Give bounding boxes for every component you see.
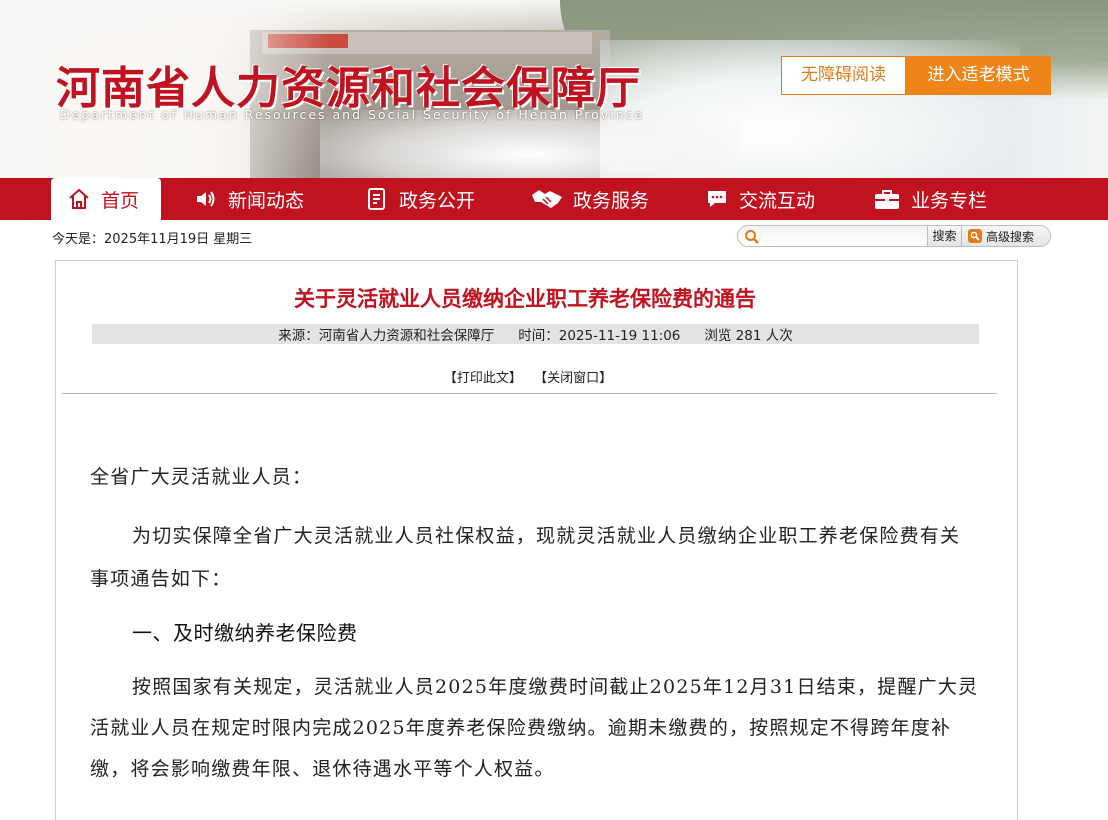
search-box — [737, 225, 928, 247]
nav-label-gov-open: 政务公开 — [399, 189, 476, 212]
article-time: 时间：2025-11-19 11:06 — [518, 328, 681, 344]
nav-label-interaction: 交流互动 — [739, 189, 816, 212]
article-title: 关于灵活就业人员缴纳企业职工养老保险费的通告 — [294, 287, 756, 311]
article-source: 来源：河南省人力资源和社会保障厅 — [278, 328, 495, 344]
nav-label-gov-service: 政务服务 — [573, 189, 650, 212]
close-window-link[interactable]: 【关闭窗口】 — [534, 371, 612, 386]
accessible-reading-button[interactable]: 无障碍阅读 — [781, 56, 906, 95]
article-divider — [62, 393, 997, 394]
document-icon — [365, 187, 389, 211]
handshake-icon — [531, 187, 563, 211]
elder-mode-button[interactable]: 进入适老模式 — [906, 56, 1051, 95]
article-views: 浏览 281 人次 — [704, 328, 793, 344]
search-icon — [744, 229, 760, 249]
article-paragraph-1: 为切实保障全省广大灵活就业人员社保权益，现就灵活就业人员缴纳企业职工养老保险费有… — [90, 525, 961, 590]
nav-label-business: 业务专栏 — [911, 189, 988, 212]
nav-label-home: 首页 — [101, 189, 140, 212]
nav-item-home[interactable]: 首页 — [51, 178, 161, 220]
current-date: 今天是：2025年11月19日 星期三 — [52, 232, 253, 247]
site-subtitle: Department of Human Resources and Social… — [60, 107, 645, 122]
home-icon — [67, 187, 91, 211]
nav-item-gov-service[interactable]: 政务服务 — [531, 178, 649, 220]
article-paragraph-2: 按照国家有关规定，灵活就业人员2025年度缴费时间截止2025年12月31日结束… — [90, 676, 979, 780]
search-input[interactable] — [764, 228, 924, 244]
print-link[interactable]: 【打印此文】 — [444, 371, 522, 386]
advanced-search-button[interactable]: 高级搜索 — [962, 225, 1051, 247]
advanced-search-label: 高级搜索 — [986, 229, 1035, 244]
advanced-search-icon — [968, 229, 982, 243]
briefcase-icon — [873, 187, 901, 211]
nav-item-interaction[interactable]: 交流互动 — [705, 178, 815, 220]
chat-icon — [705, 187, 729, 211]
article-actions: 【打印此文】 【关闭窗口】 — [0, 367, 1056, 386]
nav-item-news[interactable]: 新闻动态 — [194, 178, 304, 220]
nav-item-business[interactable]: 业务专栏 — [873, 178, 987, 220]
search-button[interactable]: 搜索 — [928, 225, 962, 247]
article-heading-1: 一、及时缴纳养老保险费 — [132, 621, 358, 645]
nav-label-news: 新闻动态 — [228, 189, 305, 212]
nav-item-gov-open[interactable]: 政务公开 — [365, 178, 475, 220]
main-nav: 首页 新闻动态 政务公开 政务服务 交流互动 业务专栏 — [0, 178, 1108, 220]
article-greeting: 全省广大灵活就业人员： — [90, 466, 313, 488]
article-meta: 来源：河南省人力资源和社会保障厅 时间：2025-11-19 11:06 浏览 … — [92, 324, 979, 344]
speaker-icon — [194, 187, 218, 211]
